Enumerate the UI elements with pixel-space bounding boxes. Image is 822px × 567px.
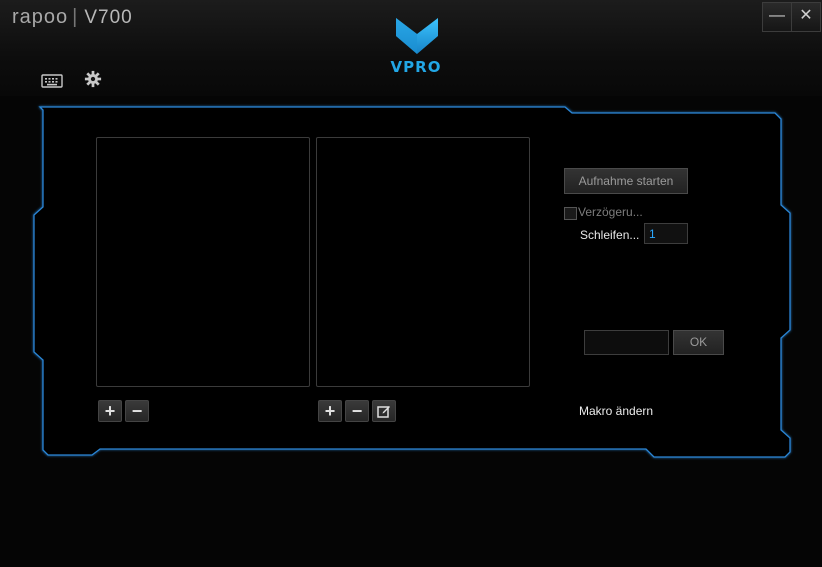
ok-button[interactable]: OK (673, 330, 724, 355)
logo-text: VPRO (390, 58, 442, 76)
loops-label: Schleifen... (580, 228, 640, 242)
add-macro-button[interactable]: + (98, 400, 122, 422)
loops-input[interactable]: 1 (644, 223, 688, 244)
edit-macro-label: Makro ändern (579, 404, 654, 418)
remove-macro-button[interactable]: − (125, 400, 149, 422)
brand-separator: | (72, 6, 79, 28)
add-step-button[interactable]: + (318, 400, 342, 422)
macro-steps-list[interactable] (316, 137, 530, 387)
brand-logo: rapoo | V700 (12, 6, 133, 29)
gear-icon[interactable] (82, 70, 104, 88)
title-bar: rapoo | V700 VPRO — ✕ (0, 0, 822, 96)
model-name: V700 (84, 7, 133, 28)
delay-checkbox[interactable] (564, 207, 577, 220)
keyboard-icon[interactable] (41, 72, 63, 90)
start-recording-button[interactable]: Aufnahme starten (564, 168, 688, 194)
macro-list[interactable] (96, 137, 310, 387)
brand-name: rapoo (12, 6, 69, 28)
remove-step-button[interactable]: − (345, 400, 369, 422)
delay-checkbox-label: Verzögeru... (578, 205, 643, 219)
minimize-button[interactable]: — (762, 2, 792, 32)
edit-step-button[interactable] (372, 400, 396, 422)
macro-name-input[interactable] (584, 330, 669, 355)
edit-icon (377, 406, 390, 418)
close-button[interactable]: ✕ (791, 2, 821, 32)
